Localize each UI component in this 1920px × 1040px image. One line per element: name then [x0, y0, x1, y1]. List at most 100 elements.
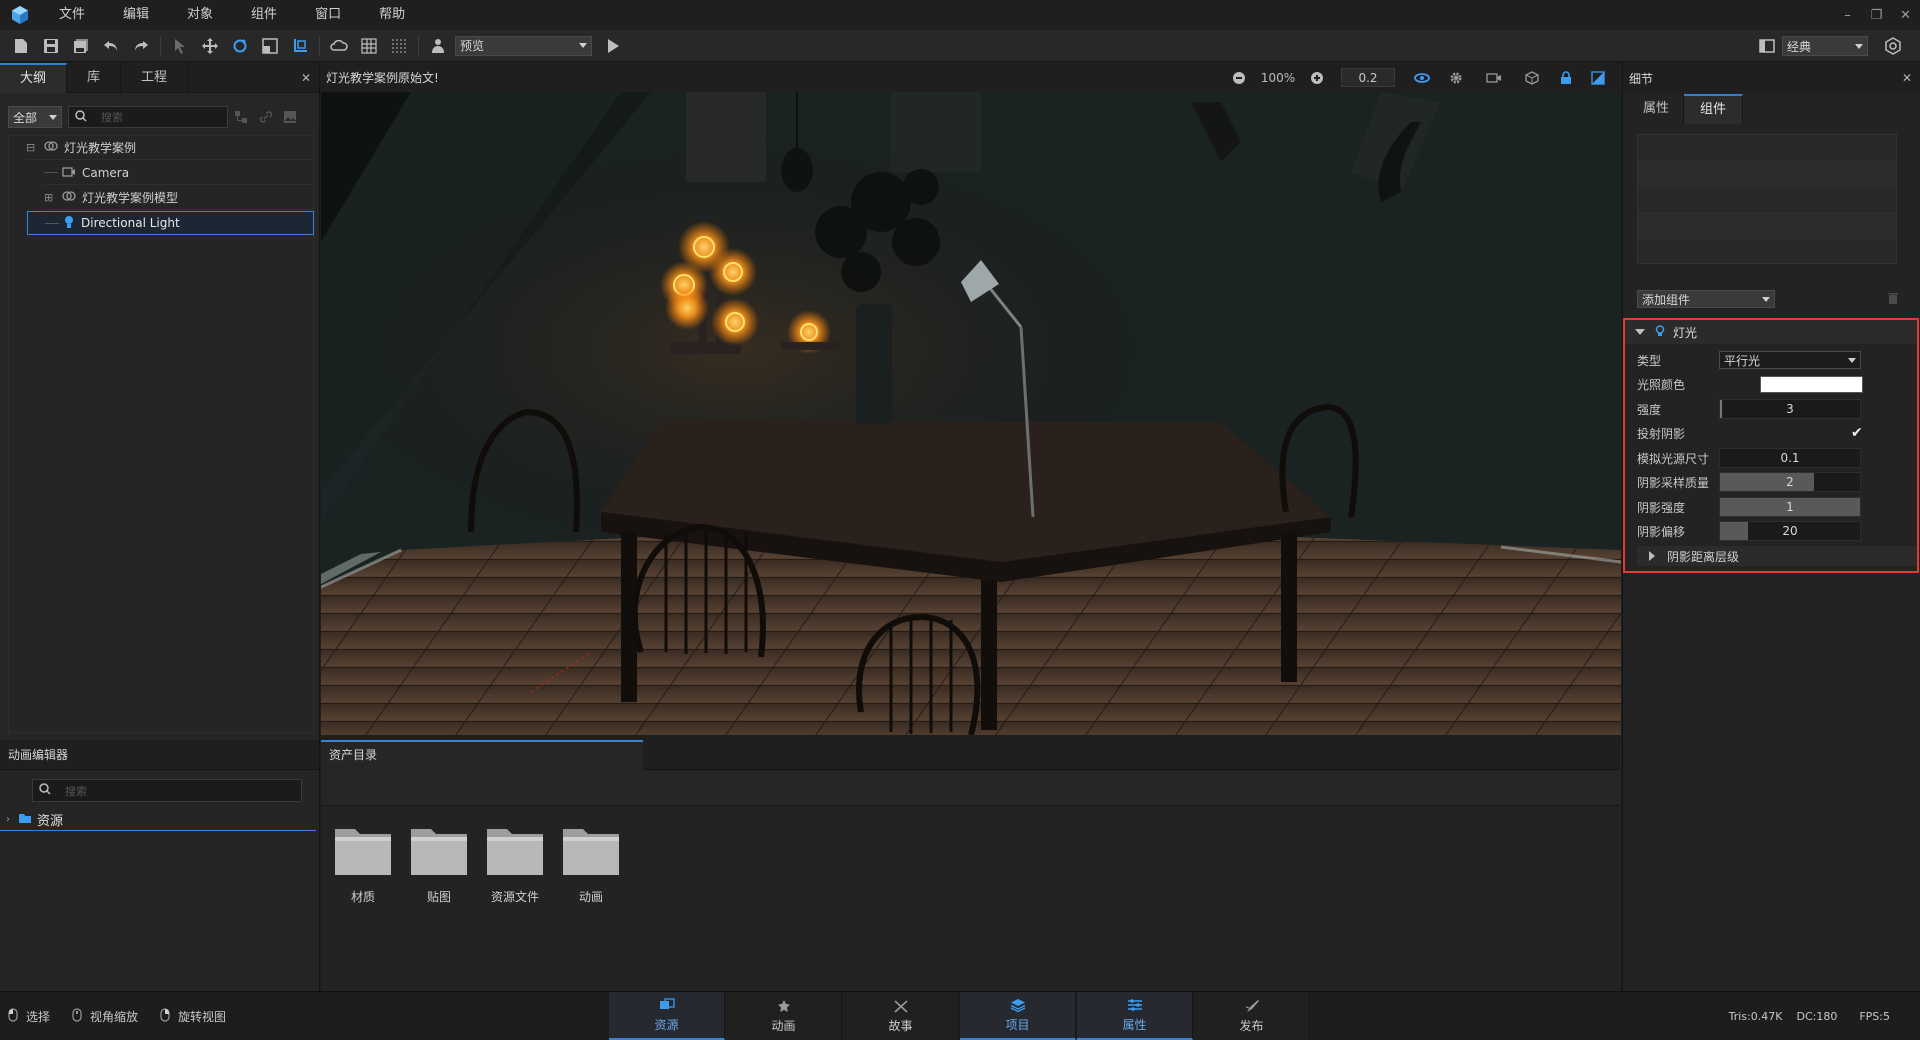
source-size-input[interactable]: 0.1: [1719, 448, 1861, 468]
light-type-select[interactable]: 平行光: [1719, 351, 1861, 369]
restore-icon[interactable]: ❐: [1862, 0, 1891, 30]
move-tool-icon[interactable]: [195, 30, 225, 62]
search-icon: [75, 109, 87, 125]
lock-view-icon[interactable]: [1549, 70, 1583, 85]
menu-edit[interactable]: 编辑: [104, 0, 168, 30]
tab-library[interactable]: 库: [67, 63, 122, 93]
folder-item[interactable]: 材质: [331, 823, 395, 905]
transform-space-icon[interactable]: [285, 30, 315, 62]
redo-icon[interactable]: [126, 30, 156, 62]
tab-properties[interactable]: 属性: [1629, 94, 1685, 124]
intensity-input[interactable]: 3: [1719, 399, 1861, 419]
mouse-hints: 选择 视角缩放 旋转视图: [8, 992, 248, 1040]
step-input[interactable]: 0.2: [1341, 68, 1395, 87]
grid-icon[interactable]: [354, 30, 384, 62]
mode-select[interactable]: 预览: [455, 35, 592, 56]
select-tool-icon[interactable]: [165, 30, 195, 62]
prop-label: 阴影采样质量: [1637, 475, 1710, 490]
hierarchy-icon[interactable]: [228, 106, 254, 128]
light-color-swatch[interactable]: [1760, 375, 1863, 393]
light-section-header[interactable]: 灯光: [1625, 320, 1917, 344]
orbit-icon[interactable]: [1405, 71, 1439, 85]
shadow-quality-fill: [1720, 473, 1814, 491]
collapse-icon[interactable]: ⊟: [26, 141, 40, 154]
outline-search-input[interactable]: 搜索: [68, 106, 228, 128]
tab-outline[interactable]: 大纲: [0, 63, 68, 93]
animation-editor-title: 动画编辑器: [8, 748, 69, 762]
camera-view-icon[interactable]: [1473, 72, 1515, 84]
draw-calls: DC:180: [1796, 1009, 1838, 1023]
gear-icon[interactable]: [1439, 71, 1473, 85]
menu-window[interactable]: 窗口: [296, 0, 360, 30]
bottom-tab-animation[interactable]: 动画: [726, 992, 842, 1040]
undo-icon[interactable]: [96, 30, 126, 62]
tree-row[interactable]: ⊞ 灯光教学案例模型: [44, 186, 314, 210]
cast-shadow-checkbox[interactable]: ✔: [1851, 425, 1863, 441]
tree-row[interactable]: ⊟ 灯光教学案例: [26, 136, 314, 160]
close-icon[interactable]: ✕: [1891, 0, 1920, 30]
chevron-down-icon: [1762, 296, 1770, 302]
folder-item[interactable]: 动画: [559, 823, 623, 905]
minimize-icon[interactable]: –: [1833, 0, 1862, 30]
menu-help[interactable]: 帮助: [360, 0, 424, 30]
expand-icon[interactable]: ⊞: [44, 191, 58, 204]
shadow-strength-slider[interactable]: 1: [1719, 497, 1861, 517]
animation-search-input[interactable]: 搜索: [32, 779, 302, 802]
shadow-bias-slider[interactable]: 20: [1719, 521, 1861, 541]
play-icon[interactable]: [598, 30, 628, 62]
toolbar-separator: [319, 35, 320, 56]
bottom-tab-project[interactable]: 项目: [960, 992, 1076, 1040]
tree-row[interactable]: Camera: [44, 161, 314, 185]
save-icon[interactable]: [36, 30, 66, 62]
bottom-tab-resources[interactable]: 资源: [609, 992, 725, 1040]
trash-icon[interactable]: [1887, 291, 1899, 305]
shadow-cascade-label: 阴影距离层级: [1667, 549, 1740, 564]
cloud-sync-icon[interactable]: [324, 30, 354, 62]
menu-object[interactable]: 对象: [168, 0, 232, 30]
scale-tool-icon[interactable]: [255, 30, 285, 62]
new-file-icon[interactable]: [6, 30, 36, 62]
mouse-wheel-icon: [72, 1007, 82, 1025]
prop-label: 强度: [1637, 402, 1662, 417]
toolbar: 预览 经典: [0, 30, 1920, 62]
shadow-quality-slider[interactable]: 2: [1719, 472, 1861, 492]
outline-tabbar: 大纲 库 工程 ✕: [0, 63, 319, 93]
close-icon[interactable]: ✕: [1902, 63, 1912, 93]
close-icon[interactable]: ✕: [293, 63, 319, 93]
zoom-out-icon[interactable]: [1225, 71, 1253, 85]
save-all-icon[interactable]: [66, 30, 96, 62]
image-icon[interactable]: [278, 106, 302, 128]
tab-components[interactable]: 组件: [1684, 94, 1744, 124]
snap-grid-icon[interactable]: [384, 30, 414, 62]
zoom-in-icon[interactable]: [1303, 71, 1331, 85]
bottom-tab-story[interactable]: 故事: [843, 992, 959, 1040]
assets-root-item[interactable]: › 资源: [0, 809, 316, 831]
shadow-cascade-row[interactable]: 阴影距离层级: [1637, 546, 1917, 566]
layout-select-value: 经典: [1787, 39, 1812, 54]
prop-label: 模拟光源尺寸: [1637, 451, 1710, 466]
player-icon[interactable]: [423, 30, 453, 62]
settings-hex-icon[interactable]: [1878, 30, 1908, 62]
filter-select[interactable]: 全部: [8, 106, 62, 128]
cube-icon[interactable]: [1515, 70, 1549, 85]
menu-component[interactable]: 组件: [232, 0, 296, 30]
window-controls: – ❐ ✕: [1833, 0, 1920, 30]
add-component-select[interactable]: 添加组件: [1637, 290, 1775, 308]
layout-icon[interactable]: [1752, 30, 1782, 62]
list-item: [1638, 161, 1896, 187]
bottom-tab-publish[interactable]: 发布: [1194, 992, 1310, 1040]
link-icon[interactable]: [254, 106, 278, 128]
folder-item[interactable]: 贴图: [407, 823, 471, 905]
bottom-tab-properties[interactable]: 属性: [1077, 992, 1193, 1040]
rotate-tool-icon[interactable]: [225, 30, 255, 62]
menu-file[interactable]: 文件: [40, 0, 104, 30]
scene-viewport[interactable]: [321, 92, 1621, 735]
tab-project[interactable]: 工程: [121, 63, 189, 93]
layout-select[interactable]: 经典: [1782, 36, 1868, 56]
tree-row-selected[interactable]: Directional Light: [27, 211, 314, 235]
tab-asset-catalog[interactable]: 资产目录: [321, 740, 643, 770]
render-mode-icon[interactable]: [1583, 70, 1613, 85]
prop-label: 投射阴影: [1637, 426, 1686, 441]
details-header: 细节 ✕: [1623, 63, 1920, 93]
folder-item[interactable]: 资源文件: [483, 823, 547, 905]
